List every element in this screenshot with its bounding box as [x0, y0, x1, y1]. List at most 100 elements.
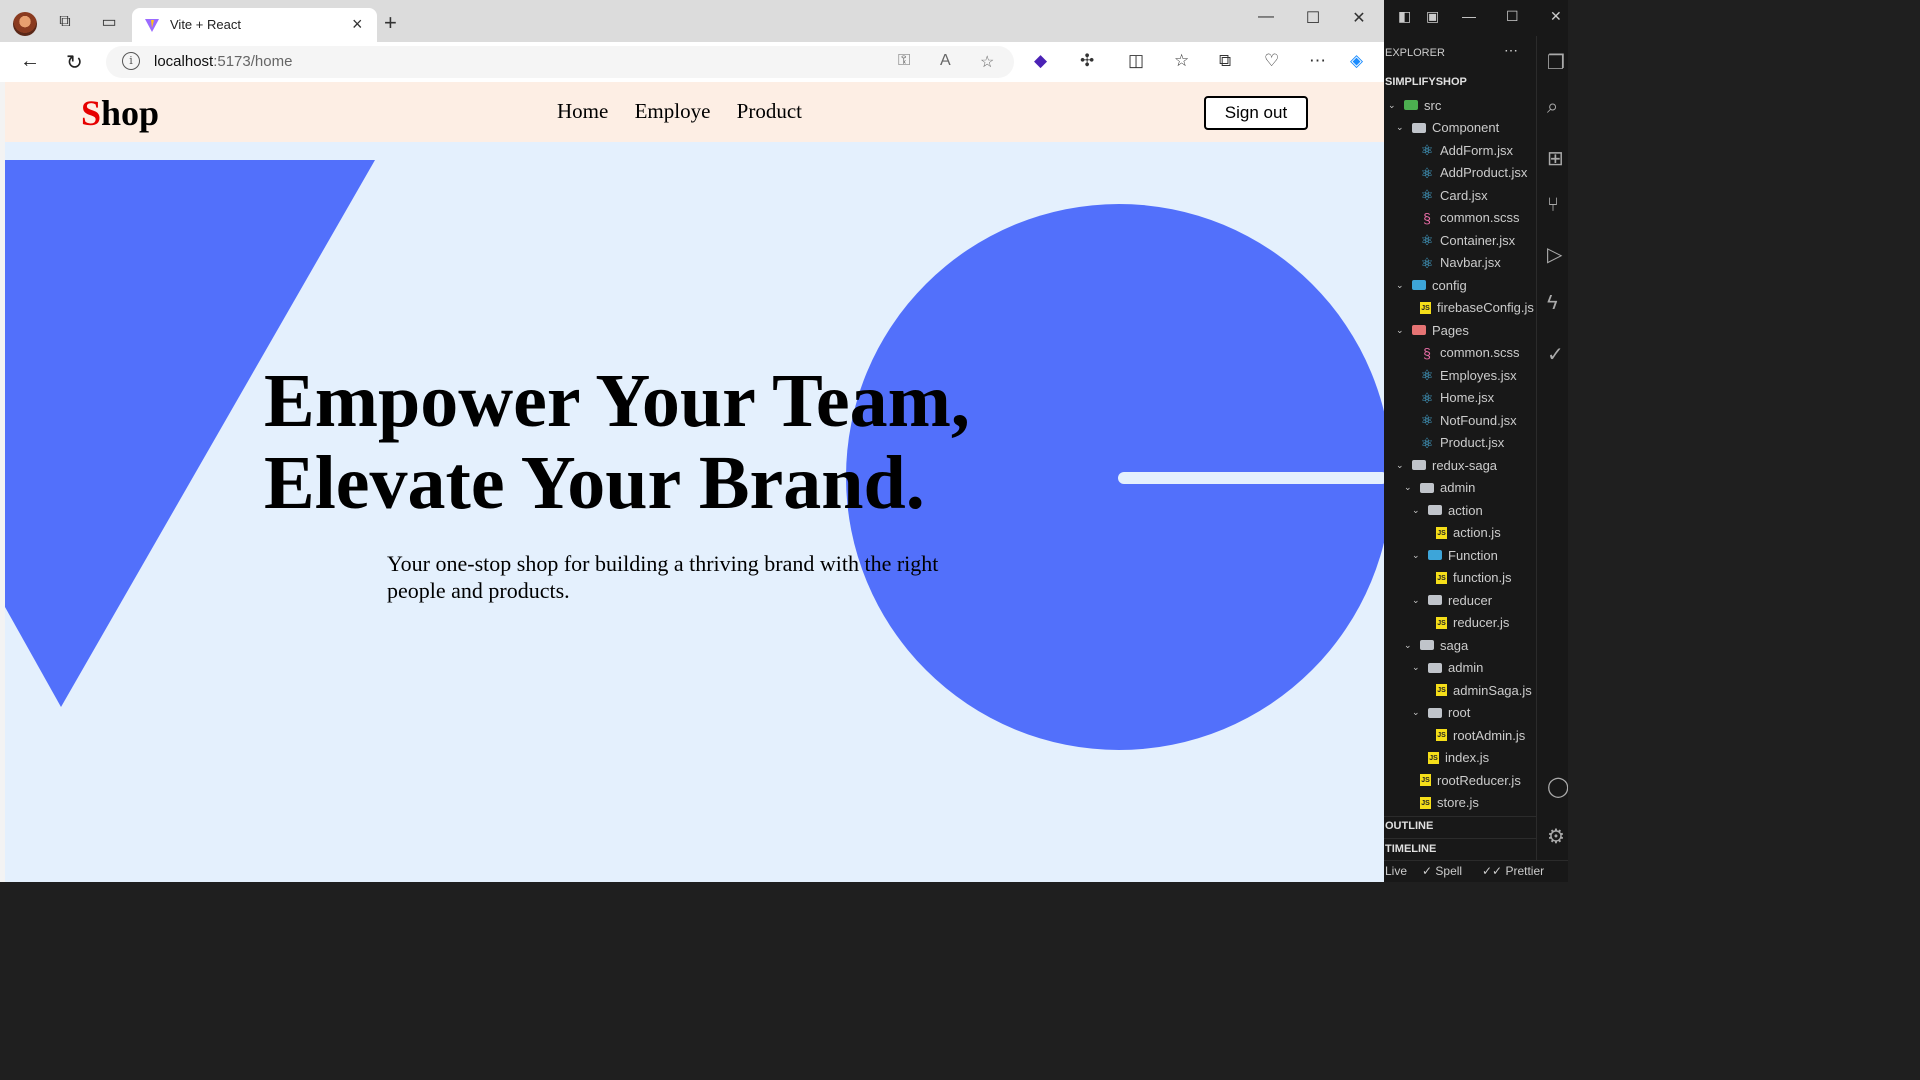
section-divider [1384, 838, 1536, 839]
tree-file[interactable]: JS action.js [1420, 522, 1501, 544]
split-screen-icon[interactable]: ◫ [1128, 51, 1144, 71]
tree-file[interactable]: ⚛ NotFound.jsx [1404, 409, 1517, 431]
testing-icon[interactable]: ✓ [1547, 342, 1564, 367]
account-icon[interactable]: ◯ [1547, 774, 1568, 799]
settings-gear-icon[interactable]: ⚙ [1547, 824, 1565, 849]
react-file-icon: ⚛ [1420, 187, 1434, 203]
tree-file[interactable]: ⚛ Card.jsx [1404, 184, 1488, 206]
tree-folder[interactable]: ⌄ config [1396, 274, 1467, 296]
run-debug-icon[interactable]: ▷ [1547, 242, 1562, 267]
extensions-puzzle-icon[interactable]: ✣ [1080, 51, 1094, 71]
copilot-icon[interactable]: ◈ [1350, 51, 1363, 71]
tree-file[interactable]: ⚛ Employes.jsx [1404, 364, 1517, 386]
sign-out-button[interactable]: Sign out [1204, 96, 1308, 130]
favorites-icon[interactable]: ☆ [1174, 51, 1189, 71]
nav-employe-link[interactable]: Employe [635, 99, 711, 123]
tree-folder[interactable]: ⌄ action [1412, 499, 1483, 521]
tree-file[interactable]: JS adminSaga.js [1420, 679, 1532, 701]
tree-file[interactable]: JS firebaseConfig.js [1404, 297, 1534, 319]
tree-folder[interactable]: ⌄ src [1388, 94, 1441, 116]
tree-file[interactable]: ⚛ Navbar.jsx [1404, 252, 1501, 274]
nav-product-link[interactable]: Product [737, 99, 802, 123]
site-logo[interactable]: Shop [81, 92, 159, 134]
browser-essentials-icon[interactable]: ♡ [1264, 51, 1279, 71]
source-control-icon[interactable]: ⑂ [1547, 194, 1559, 217]
maximize-icon[interactable]: ☐ [1298, 8, 1328, 28]
lightning-icon[interactable]: ϟ [1547, 292, 1558, 315]
collections-icon[interactable]: ⧉ [1219, 51, 1231, 71]
tab-bar: ⧉ ▭ Vite + React × + — ☐ ✕ [0, 0, 1384, 42]
tree-folder[interactable]: ⌄ root [1412, 702, 1470, 724]
decorative-bar [1118, 472, 1384, 484]
tree-file[interactable]: JS rootAdmin.js [1420, 724, 1525, 746]
tree-item-label: NotFound.jsx [1440, 412, 1517, 428]
timeline-section[interactable]: TIMELINE [1385, 843, 1436, 855]
new-tab-icon[interactable]: + [384, 10, 397, 36]
address-bar[interactable]: i localhost:5173/home ⚿ A ☆ [106, 46, 1014, 78]
tree-item-label: reducer.js [1453, 615, 1510, 630]
tree-folder[interactable]: ⌄ redux-saga [1396, 454, 1497, 476]
maximize-icon[interactable]: ☐ [1506, 8, 1519, 25]
folder-icon [1428, 595, 1442, 605]
chevron-down-icon: ⌄ [1396, 459, 1404, 470]
tree-item-label: Product.jsx [1440, 435, 1505, 450]
minimize-icon[interactable]: — [1462, 8, 1476, 24]
back-icon[interactable]: ← [20, 50, 40, 73]
tree-file[interactable]: ⚛ AddForm.jsx [1404, 139, 1513, 161]
profile-avatar[interactable] [13, 12, 37, 36]
layout-icon[interactable]: ▣ [1426, 8, 1439, 25]
tree-file[interactable]: ⚛ Product.jsx [1404, 432, 1505, 454]
search-icon[interactable]: ⌕ [1547, 96, 1558, 119]
tree-item-label: common.scss [1440, 345, 1520, 360]
tree-folder[interactable]: ⌄ admin [1404, 477, 1475, 499]
extension-icon[interactable]: ◆ [1034, 51, 1047, 71]
live-server-status[interactable]: Live [1385, 864, 1407, 878]
tree-file[interactable]: ⚛ AddProduct.jsx [1404, 162, 1528, 184]
site-info-icon[interactable]: i [122, 52, 140, 70]
prettier-status[interactable]: ✓✓ Prettier [1482, 864, 1544, 878]
outline-section[interactable]: OUTLINE [1385, 820, 1433, 832]
js-file-icon: JS [1420, 774, 1431, 786]
tree-file[interactable]: ⚛ Home.jsx [1404, 387, 1494, 409]
favorite-star-icon[interactable]: ☆ [980, 52, 994, 72]
chevron-down-icon: ⌄ [1388, 99, 1396, 110]
key-icon[interactable]: ⚿ [898, 52, 910, 70]
tree-folder[interactable]: ⌄ saga [1404, 634, 1468, 656]
minimize-icon[interactable]: — [1251, 8, 1281, 26]
folder-icon [1428, 662, 1442, 673]
spell-status[interactable]: ✓ Spell [1422, 864, 1462, 878]
tree-folder[interactable]: ⌄ Component [1396, 117, 1499, 139]
tab-actions-icon[interactable]: ▭ [98, 11, 120, 33]
project-folder-title[interactable]: SIMPLIFYSHOP [1385, 76, 1467, 88]
tree-file[interactable]: JS store.js [1404, 792, 1479, 814]
tree-folder[interactable]: ⌄ Pages [1396, 319, 1469, 341]
tree-folder[interactable]: ⌄ Function [1412, 544, 1498, 566]
extensions-icon[interactable]: ⊞ [1547, 146, 1564, 171]
close-window-icon[interactable]: ✕ [1344, 8, 1374, 28]
close-window-icon[interactable]: ✕ [1550, 8, 1562, 25]
chevron-down-icon: ⌄ [1396, 324, 1404, 335]
workspaces-icon[interactable]: ⧉ [54, 11, 76, 33]
explorer-header: EXPLORER [1385, 47, 1445, 59]
tree-file[interactable]: JS rootReducer.js [1404, 769, 1521, 791]
tree-file[interactable]: § common.scss [1404, 342, 1519, 364]
nav-home-link[interactable]: Home [557, 99, 608, 123]
tree-folder[interactable]: ⌄ admin [1412, 657, 1483, 679]
reload-icon[interactable]: ↻ [66, 50, 83, 75]
tree-file[interactable]: JS function.js [1420, 567, 1512, 589]
more-menu-icon[interactable]: ⋯ [1309, 51, 1326, 71]
react-file-icon: ⚛ [1420, 367, 1434, 383]
close-tab-icon[interactable]: × [352, 14, 363, 35]
chevron-down-icon: ⌄ [1412, 549, 1420, 560]
toggle-sidebar-icon[interactable]: ◧ [1398, 8, 1411, 25]
more-actions-icon[interactable]: ⋯ [1504, 42, 1518, 59]
tree-file[interactable]: JS reducer.js [1420, 612, 1509, 634]
browser-tab-active[interactable]: Vite + React × [132, 8, 377, 42]
read-aloud-icon[interactable]: A [940, 52, 951, 70]
tree-file[interactable]: ⚛ Container.jsx [1404, 229, 1515, 251]
explorer-icon[interactable]: ❐ [1547, 50, 1565, 75]
tree-file[interactable]: JS index.js [1412, 747, 1489, 769]
tree-file[interactable]: § common.scss [1404, 207, 1519, 229]
tree-folder[interactable]: ⌄ reducer [1412, 589, 1492, 611]
chevron-down-icon: ⌄ [1412, 707, 1420, 717]
